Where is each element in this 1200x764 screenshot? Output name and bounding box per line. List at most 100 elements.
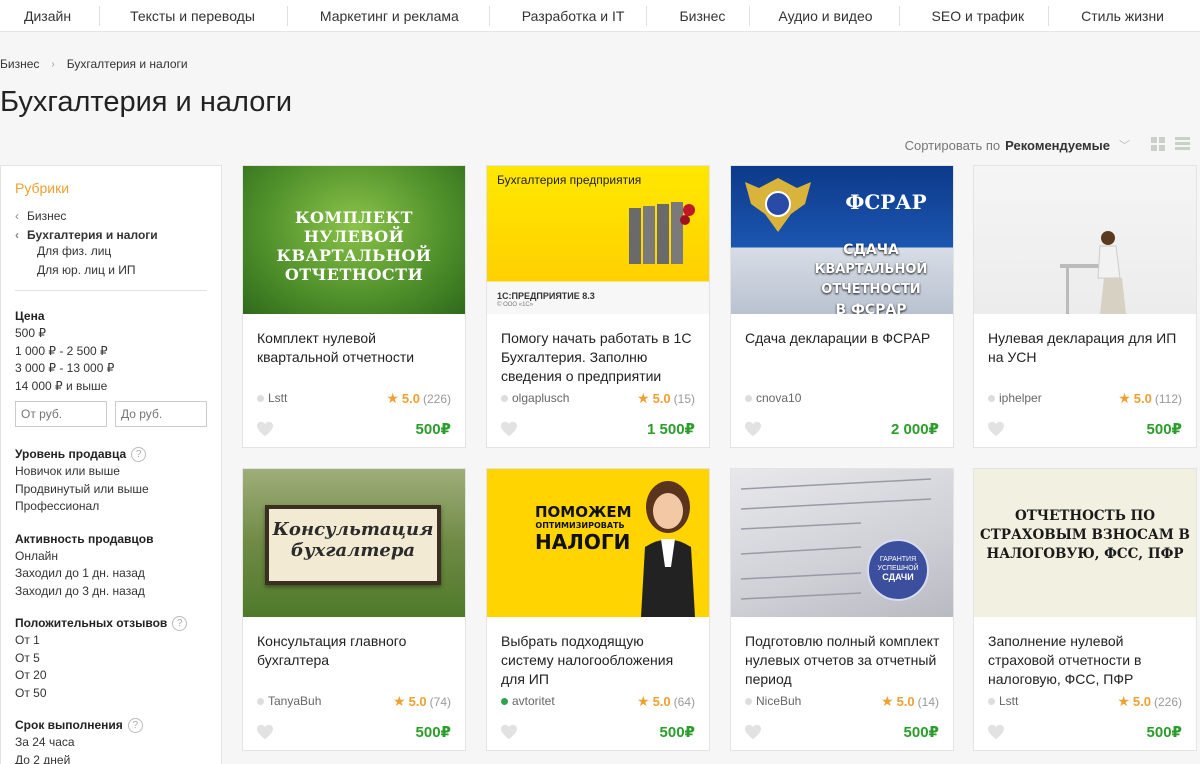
seller-level-option[interactable]: Профессионал	[15, 498, 207, 516]
gig-title[interactable]: Комплект нулевой квартальной отчетности	[257, 329, 453, 367]
status-dot	[745, 394, 752, 402]
gig-title[interactable]: Подготовлю полный комплект нулевых отчет…	[745, 632, 941, 689]
reviews-option[interactable]: От 20	[15, 667, 207, 685]
nav-item-lifestyle[interactable]: Стиль жизни	[1081, 0, 1164, 32]
price-option[interactable]: 500 ₽	[15, 325, 207, 343]
seller[interactable]: NiceBuh	[745, 694, 801, 708]
thumbnail-text: 1С:ПРЕДПРИЯТИЕ 8.3	[497, 291, 595, 301]
nav-item-seo[interactable]: SEO и трафик	[932, 0, 1025, 32]
status-dot	[257, 697, 264, 705]
nav-divider	[749, 5, 751, 26]
reviews-option[interactable]: От 1	[15, 632, 207, 650]
divider	[15, 290, 207, 291]
gig-title[interactable]: Помогу начать работать в 1С Бухгалтерия.…	[501, 329, 697, 386]
gig-card[interactable]: ФСРАР СДАЧА КВАРТАЛЬНОЙ ОТЧЕТНОСТИ В ФСР…	[730, 165, 954, 448]
nav-item-business[interactable]: Бизнес	[679, 0, 725, 32]
rubric-child[interactable]: Для физ. лиц	[15, 244, 207, 263]
heart-icon[interactable]	[500, 421, 518, 437]
reviews-option[interactable]: От 50	[15, 685, 207, 703]
seller-activity-option[interactable]: Заходил до 1 дн. назад	[15, 565, 207, 583]
gig-thumbnail[interactable]: ФСРАР СДАЧА КВАРТАЛЬНОЙ ОТЧЕТНОСТИ В ФСР…	[731, 166, 953, 314]
seller[interactable]: olgaplusch	[501, 391, 569, 405]
gig-card[interactable]: ПОМОЖЕМ ОПТИМИЗИРОВАТЬ НАЛОГИ Выбрать по…	[486, 468, 710, 751]
thumbnail-text: СДАЧА	[843, 242, 899, 258]
heart-icon[interactable]	[744, 724, 762, 740]
gig-title[interactable]: Выбрать подходящую систему налогообложен…	[501, 632, 697, 689]
gig-thumbnail[interactable]: ПОМОЖЕМ ОПТИМИЗИРОВАТЬ НАЛОГИ	[487, 469, 709, 617]
price: 500₽	[903, 724, 939, 741]
price: 500₽	[1146, 421, 1182, 438]
breadcrumb: Бизнес › Бухгалтерия и налоги	[0, 57, 188, 71]
nav-item-marketing[interactable]: Маркетинг и реклама	[320, 0, 459, 32]
chevron-down-icon[interactable]: ﹀	[1119, 137, 1130, 153]
seller[interactable]: Lstt	[257, 391, 287, 405]
star-icon: ★	[637, 390, 650, 406]
gig-thumbnail[interactable]: КОМПЛЕКТ НУЛЕВОЙ КВАРТАЛЬНОЙ ОТЧЕТНОСТИ	[243, 166, 465, 314]
heart-icon[interactable]	[500, 724, 518, 740]
seller[interactable]: cnova10	[745, 391, 801, 405]
heart-icon[interactable]	[987, 421, 1005, 437]
gig-title[interactable]: Заполнение нулевой страховой отчетности …	[988, 632, 1184, 689]
heart-icon[interactable]	[256, 724, 274, 740]
help-icon[interactable]: ?	[127, 717, 143, 733]
breadcrumb-root[interactable]: Бизнес	[0, 57, 39, 71]
rating: ★ 5.0 (64)	[637, 693, 695, 709]
price: 2 000₽	[891, 421, 939, 438]
gig-card[interactable]: Бухгалтерия предприятия 1С:ПРЕДПРИЯТИЕ 8…	[486, 165, 710, 448]
rubric-child[interactable]: Для юр. лиц и ИП	[15, 263, 207, 282]
seller[interactable]: Lstt	[988, 694, 1018, 708]
rubric-parent[interactable]: ‹ Бизнес	[15, 206, 207, 225]
price-to-input[interactable]	[115, 401, 207, 427]
nav-item-texts[interactable]: Тексты и переводы	[130, 0, 255, 32]
help-icon[interactable]: ?	[131, 446, 147, 462]
breadcrumb-current[interactable]: Бухгалтерия и налоги	[67, 57, 188, 71]
price-option[interactable]: 14 000 ₽ и выше	[15, 378, 207, 396]
status-dot	[501, 394, 508, 402]
gig-thumbnail[interactable]: Консультация бухгалтера	[243, 469, 465, 617]
gig-thumbnail[interactable]	[974, 166, 1196, 314]
gig-card[interactable]: ОТЧЕТНОСТЬ ПО СТРАХОВЫМ ВЗНОСАМ В НАЛОГО…	[973, 468, 1197, 751]
sort-value[interactable]: Рекомендуемые	[1005, 138, 1110, 153]
gig-title[interactable]: Консультация главного бухгалтера	[257, 632, 453, 670]
seller[interactable]: avtoritet	[501, 694, 555, 708]
gig-card[interactable]: ГАРАНТИЯ УСПЕШНОЙ СДАЧИ Подготовлю полны…	[730, 468, 954, 751]
price-from-input[interactable]	[15, 401, 107, 427]
deadline-option[interactable]: До 2 дней	[15, 752, 207, 764]
seller-activity-option[interactable]: Заходил до 3 дн. назад	[15, 583, 207, 601]
star-icon: ★	[1117, 693, 1130, 709]
heart-icon[interactable]	[744, 421, 762, 437]
price-option[interactable]: 3 000 ₽ - 13 000 ₽	[15, 360, 207, 378]
heart-icon[interactable]	[256, 421, 274, 437]
rating: ★ 5.0 (226)	[1117, 693, 1182, 709]
price-option[interactable]: 1 000 ₽ - 2 500 ₽	[15, 343, 207, 361]
help-icon[interactable]: ?	[172, 615, 188, 631]
gig-card[interactable]: КОМПЛЕКТ НУЛЕВОЙ КВАРТАЛЬНОЙ ОТЧЕТНОСТИ …	[242, 165, 466, 448]
seller[interactable]: TanyaBuh	[257, 694, 321, 708]
thumbnail-text: ПОМОЖЕМ	[535, 503, 632, 521]
nav-item-audio-video[interactable]: Аудио и видео	[778, 0, 872, 32]
gig-thumbnail[interactable]: Бухгалтерия предприятия 1С:ПРЕДПРИЯТИЕ 8…	[487, 166, 709, 314]
gig-card[interactable]: Консультация бухгалтера Консультация гла…	[242, 468, 466, 751]
gig-card[interactable]: Нулевая декларация для ИП на УСН iphelpe…	[973, 165, 1197, 448]
reviews-option[interactable]: От 5	[15, 650, 207, 668]
deadline-option[interactable]: За 24 часа	[15, 734, 207, 752]
positive-reviews-title: Положительных отзывов ?	[15, 614, 207, 632]
heart-icon[interactable]	[987, 724, 1005, 740]
list-view-icon[interactable]	[1175, 137, 1190, 151]
seller-level-option[interactable]: Новичок или выше	[15, 463, 207, 481]
sort-control[interactable]: Сортировать по Рекомендуемые ﹀	[905, 137, 1130, 153]
rubric-current[interactable]: ‹ Бухгалтерия и налоги	[15, 225, 207, 244]
gig-title[interactable]: Сдача декларации в ФСРАР	[745, 329, 941, 348]
nav-item-design[interactable]: Дизайн	[24, 0, 71, 32]
seller-activity-option[interactable]: Онлайн	[15, 548, 207, 566]
gig-thumbnail[interactable]: ОТЧЕТНОСТЬ ПО СТРАХОВЫМ ВЗНОСАМ В НАЛОГО…	[974, 469, 1196, 617]
thumbnail-text: КВАРТАЛЬНОЙ	[276, 246, 432, 265]
seller-level-option[interactable]: Продвинутый или выше	[15, 481, 207, 499]
nav-item-development[interactable]: Разработка и IT	[522, 0, 625, 32]
gig-thumbnail[interactable]: ГАРАНТИЯ УСПЕШНОЙ СДАЧИ	[731, 469, 953, 617]
seller[interactable]: iphelper	[988, 391, 1042, 405]
chevron-left-icon: ‹	[15, 227, 19, 242]
gig-title[interactable]: Нулевая декларация для ИП на УСН	[988, 329, 1184, 367]
grid-view-icon[interactable]	[1151, 137, 1165, 151]
thumbnail-text: КВАРТАЛЬНОЙ ОТЧЕТНОСТИ	[814, 262, 928, 297]
